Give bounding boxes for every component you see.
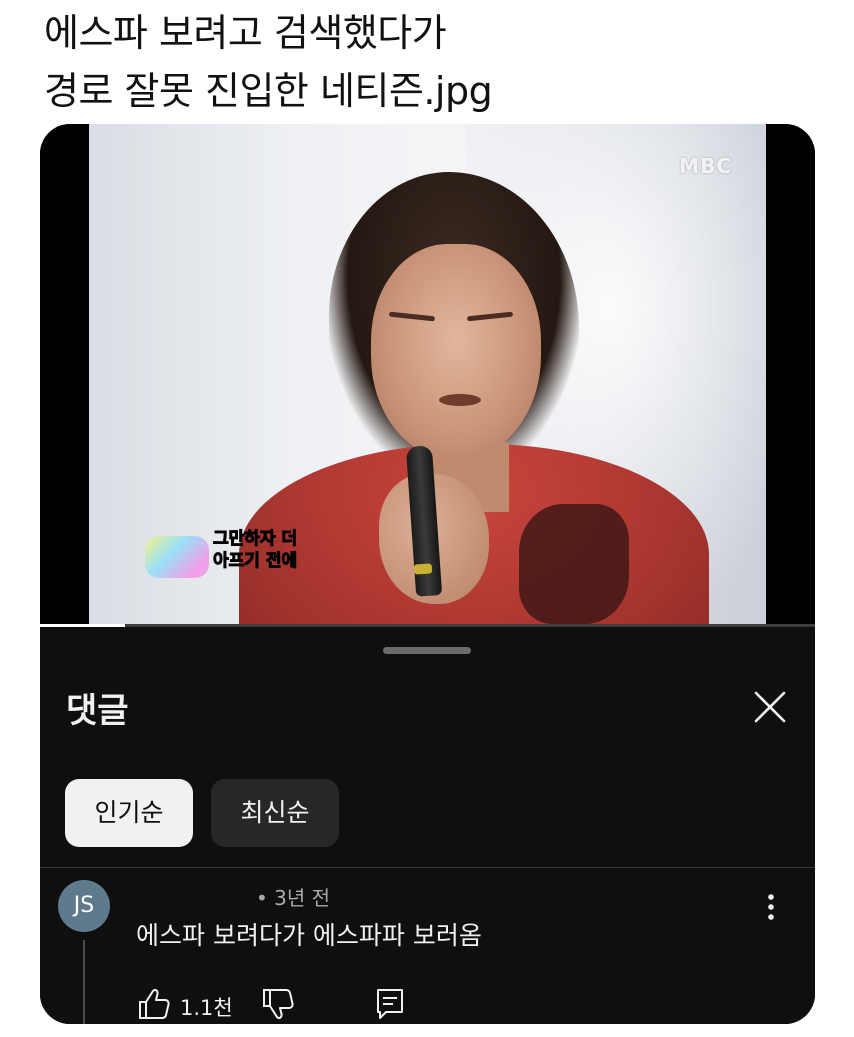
sheet-drag-handle[interactable] [383,647,471,654]
sort-chip-top[interactable]: 인기순 [65,779,193,847]
singer-mouth [439,394,481,406]
comments-title: 댓글 [66,691,129,731]
like-button[interactable] [136,986,172,1022]
channel-watermark: MBC [679,154,732,178]
reply-comment-icon [377,989,403,1019]
jacket-shadow [519,504,629,624]
thumbs-up-icon [139,989,170,1019]
reply-button[interactable] [372,986,408,1022]
phone-screenshot: MBC 그만하자 더 아프기 전에 댓글 인기순 최신순 JS • 3년 전 에… [40,124,815,1024]
video-player[interactable]: MBC 그만하자 더 아프기 전에 [40,124,815,627]
close-button[interactable] [750,687,790,727]
thumbs-down-icon [263,989,294,1019]
like-count: 1.1천 [180,996,233,1020]
comments-sheet: 댓글 인기순 최신순 JS • 3년 전 에스파 보려다가 에스파파 보러옴 1… [40,627,815,1024]
video-frame[interactable]: MBC 그만하자 더 아프기 전에 [89,124,766,624]
comment-item: JS • 3년 전 에스파 보려다가 에스파파 보러옴 1.1천 [40,868,815,1024]
thread-line [83,940,85,1024]
comment-text: 에스파 보려다가 에스파파 보러옴 [136,921,482,950]
singer-face [371,244,541,459]
show-logo [145,536,209,578]
more-vertical-icon [768,894,774,920]
close-icon [754,691,786,723]
sort-chip-newest[interactable]: 최신순 [211,779,339,847]
comment-actions: 1.1천 [136,986,536,1024]
comment-timestamp: • 3년 전 [256,886,331,910]
subtitle-line-1: 그만하자 더 [212,529,298,550]
video-subtitle: 그만하자 더 아프기 전에 [212,528,298,572]
microphone-ring [413,563,433,575]
subtitle-line-2: 아프기 전에 [212,551,298,572]
dislike-button[interactable] [260,986,296,1022]
post-title-line-2: 경로 잘못 진입한 네티즌.jpg [44,69,493,113]
post-title-line-1: 에스파 보려고 검색했다가 [44,11,447,55]
post-title: 에스파 보려고 검색했다가 경로 잘못 진입한 네티즌.jpg [44,4,824,120]
avatar[interactable]: JS [58,880,110,932]
comment-more-button[interactable] [756,888,786,928]
